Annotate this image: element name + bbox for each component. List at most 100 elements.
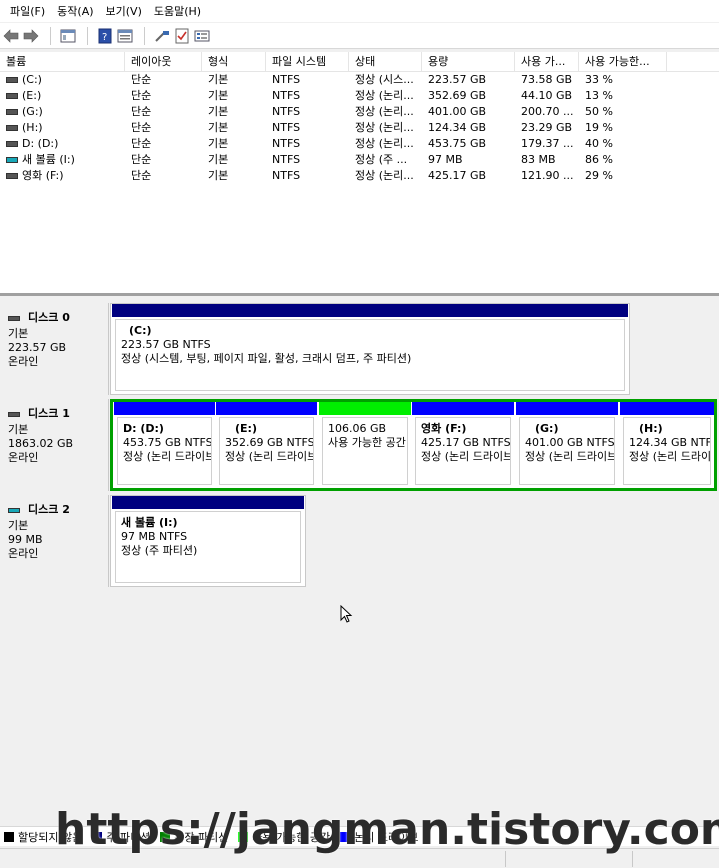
volume-cell: 영화 (F:) — [0, 168, 125, 184]
disk-state: 온라인 — [8, 547, 39, 560]
column-header-type[interactable]: 형식 — [202, 52, 266, 72]
status-cell: 정상 (논리... — [355, 121, 414, 134]
table-row[interactable]: (E:) 단순 기본 NTFS 정상 (논리... 352.69 GB 44.1… — [0, 88, 719, 104]
free-space-cell: 179.37 ... — [521, 137, 574, 150]
filesystem-cell: NTFS — [272, 153, 301, 166]
toolbar-separator — [144, 26, 145, 45]
disk-0-title: 디스크 0 — [8, 311, 108, 325]
menu-help[interactable]: 도움말(H) — [148, 3, 207, 19]
partition-size: 124.34 GB NTFS — [629, 436, 711, 449]
disk-kind: 기본 — [8, 423, 29, 436]
table-row[interactable]: 새 볼륨 (I:) 단순 기본 NTFS 정상 (주 ... 97 MB 83 … — [0, 152, 719, 168]
percent-free-cell: 86 % — [585, 153, 613, 166]
menu-action[interactable]: 동작(A) — [51, 3, 99, 19]
usb-drive-icon — [6, 157, 18, 163]
column-header-percent-free[interactable]: 사용 가능한... — [579, 52, 667, 72]
list-view-icon[interactable] — [193, 27, 211, 45]
type-cell: 기본 — [208, 121, 229, 134]
disk-2-partitions: 새 볼륨 (I:) 97 MB NTFS 정상 (주 파티션) — [110, 495, 306, 587]
partition-info: (H:) 124.34 GB NTFS 정상 (논리 드라이브) — [623, 417, 711, 485]
volume-cell: (C:) — [0, 72, 125, 88]
percent-free-cell: 33 % — [585, 73, 613, 86]
partition-info: (G:) 401.00 GB NTFS 정상 (논리 드라이브) — [519, 417, 615, 485]
table-row[interactable]: (H:) 단순 기본 NTFS 정상 (논리... 124.34 GB 23.2… — [0, 120, 719, 136]
help-icon[interactable]: ? — [96, 27, 114, 45]
table-row[interactable]: (G:) 단순 기본 NTFS 정상 (논리... 401.00 GB 200.… — [0, 104, 719, 120]
free-space-cell: 73.58 GB — [521, 73, 573, 86]
partition-f[interactable]: 영화 (F:) 425.17 GB NTFS 정상 (논리 드라이브) — [412, 402, 514, 488]
connect-icon[interactable] — [153, 27, 171, 45]
column-header-capacity[interactable]: 용량 — [422, 52, 515, 72]
volume-cell: (H:) — [0, 120, 125, 136]
partition-c[interactable]: (C:) 223.57 GB NTFS 정상 (시스템, 부팅, 페이지 파일,… — [112, 304, 628, 394]
back-icon[interactable] — [2, 27, 20, 45]
partition-d[interactable]: D: (D:) 453.75 GB NTFS 정상 (논리 드라이브) — [114, 402, 215, 488]
percent-free-cell: 50 % — [585, 105, 613, 118]
layout-cell: 단순 — [131, 121, 152, 134]
partition-info: 영화 (F:) 425.17 GB NTFS 정상 (논리 드라이브) — [415, 417, 511, 485]
free-space-cell: 83 MB — [521, 153, 556, 166]
table-row[interactable]: (C:) 단순 기본 NTFS 정상 (시스... 223.57 GB 73.5… — [0, 72, 719, 88]
disk-2-label[interactable]: 디스크 2 기본 99 MB 온라인 — [0, 495, 109, 587]
disk-icon — [8, 411, 20, 417]
percent-free-cell: 13 % — [585, 89, 613, 102]
partition-name: 새 볼륨 (I:) — [121, 516, 178, 529]
table-row[interactable]: 영화 (F:) 단순 기본 NTFS 정상 (논리... 425.17 GB 1… — [0, 168, 719, 184]
partition-g[interactable]: (G:) 401.00 GB NTFS 정상 (논리 드라이브) — [516, 402, 618, 488]
volume-name: (H:) — [22, 121, 43, 134]
partition-size: 401.00 GB NTFS — [525, 436, 615, 449]
volume-cell: 새 볼륨 (I:) — [0, 152, 125, 168]
disk-0-partitions: (C:) 223.57 GB NTFS 정상 (시스템, 부팅, 페이지 파일,… — [110, 303, 630, 395]
percent-free-cell: 40 % — [585, 137, 613, 150]
toolbar: ? — [0, 23, 719, 49]
partition-color-bar — [319, 402, 411, 415]
layout-cell: 단순 — [131, 73, 152, 86]
disk-1-title: 디스크 1 — [8, 407, 108, 421]
properties-icon[interactable] — [116, 27, 134, 45]
layout-cell: 단순 — [131, 105, 152, 118]
partition-e[interactable]: (E:) 352.69 GB NTFS 정상 (논리 드라이브) — [216, 402, 317, 488]
usb-disk-icon — [8, 507, 20, 513]
menu-view[interactable]: 보기(V) — [100, 3, 148, 19]
volume-name: (C:) — [22, 73, 42, 86]
volume-cell: (G:) — [0, 104, 125, 120]
partition-size: 223.57 GB NTFS — [121, 338, 211, 351]
menu-file[interactable]: 파일(F) — [4, 3, 51, 19]
svg-text:?: ? — [102, 32, 107, 43]
disk-kind: 기본 — [8, 327, 29, 340]
filesystem-cell: NTFS — [272, 73, 301, 86]
free-space-partition[interactable]: 106.06 GB 사용 가능한 공간 — [319, 402, 411, 488]
drive-icon — [6, 77, 18, 83]
table-row[interactable]: D: (D:) 단순 기본 NTFS 정상 (논리... 453.75 GB 1… — [0, 136, 719, 152]
disk-graphical-view: 디스크 0 기본 223.57 GB 온라인 (C:) 223.57 GB NT… — [0, 299, 719, 824]
table-header: 볼륨 레이아웃 형식 파일 시스템 상태 용량 사용 가... 사용 가능한..… — [0, 52, 719, 72]
column-header-layout[interactable]: 레이아웃 — [125, 52, 202, 72]
capacity-cell: 453.75 GB — [428, 137, 487, 150]
disk-icon — [8, 315, 20, 321]
drive-icon — [6, 93, 18, 99]
column-header-status[interactable]: 상태 — [349, 52, 422, 72]
partition-name: (H:) — [639, 422, 663, 435]
status-cell: 정상 (논리... — [355, 105, 414, 118]
console-tree-icon[interactable] — [59, 27, 77, 45]
percent-free-cell: 29 % — [585, 169, 613, 182]
partition-status: 정상 (논리 드라이브) — [525, 450, 615, 463]
partition-h[interactable]: (H:) 124.34 GB NTFS 정상 (논리 드라이브) — [620, 402, 714, 488]
column-header-free-space[interactable]: 사용 가... — [515, 52, 579, 72]
disk-0-label[interactable]: 디스크 0 기본 223.57 GB 온라인 — [0, 303, 109, 395]
volume-name: D: (D:) — [22, 137, 59, 150]
partition-status: 정상 (시스템, 부팅, 페이지 파일, 활성, 크래시 덤프, 주 파티션) — [121, 352, 412, 365]
forward-icon[interactable] — [22, 27, 40, 45]
column-header-filesystem[interactable]: 파일 시스템 — [266, 52, 349, 72]
type-cell: 기본 — [208, 89, 229, 102]
volume-name: (G:) — [22, 105, 43, 118]
status-cell: 정상 (주 ... — [355, 153, 408, 166]
checklist-icon[interactable] — [173, 27, 191, 45]
partition-i[interactable]: 새 볼륨 (I:) 97 MB NTFS 정상 (주 파티션) — [112, 496, 304, 586]
volume-list: 볼륨 레이아웃 형식 파일 시스템 상태 용량 사용 가... 사용 가능한..… — [0, 52, 719, 296]
layout-cell: 단순 — [131, 153, 152, 166]
partition-color-bar — [112, 496, 304, 509]
column-header-volume[interactable]: 볼륨 — [0, 52, 125, 72]
disk-1-label[interactable]: 디스크 1 기본 1863.02 GB 온라인 — [0, 399, 109, 491]
mouse-cursor-icon — [340, 605, 353, 623]
